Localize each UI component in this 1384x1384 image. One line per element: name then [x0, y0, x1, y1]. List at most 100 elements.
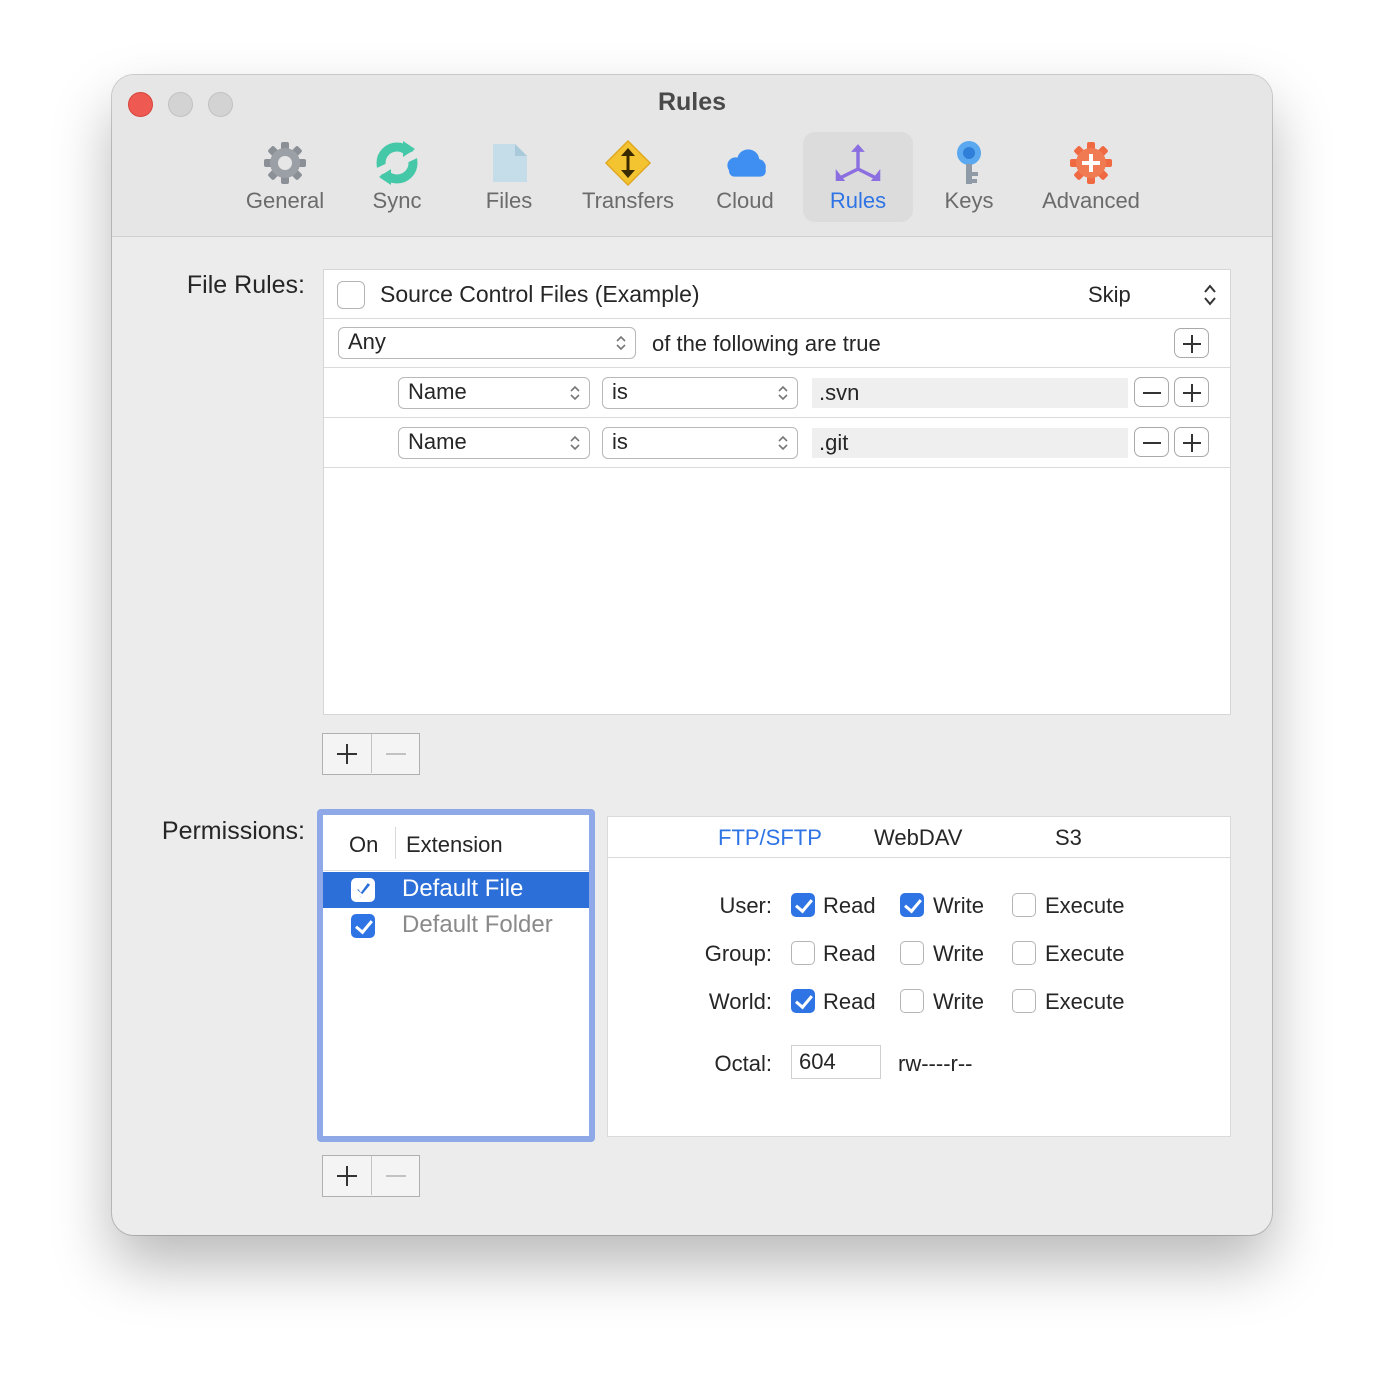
tab-rules[interactable]: Rules [803, 132, 913, 222]
condition-operator-value: is [612, 379, 628, 404]
file-icon [493, 144, 527, 182]
condition-row: Name is .svn [324, 368, 1230, 418]
sync-icon [375, 141, 419, 185]
tab-sync-label: Sync [372, 188, 422, 213]
add-rule-button[interactable] [323, 734, 371, 773]
condition-row: Name is .git [324, 418, 1230, 468]
tab-keys-label: Keys [944, 188, 994, 213]
rule-action-value[interactable]: Skip [1088, 282, 1131, 308]
world-row-label: World: [708, 989, 772, 1014]
chevron-updown-icon [778, 385, 788, 401]
permissions-label: Permissions: [161, 817, 305, 845]
group-execute-checkbox[interactable] [1012, 941, 1036, 965]
checkmark-icon [355, 883, 371, 898]
tab-s3[interactable]: S3 [1055, 825, 1082, 851]
add-condition-button[interactable] [1174, 377, 1209, 407]
group-write-label: Write [933, 941, 984, 966]
world-read-checkbox[interactable] [791, 989, 815, 1013]
group-execute-label: Execute [1045, 941, 1125, 966]
user-execute-label: Execute [1045, 893, 1125, 918]
user-read-checkbox[interactable] [791, 893, 815, 917]
condition-field-value: Name [408, 379, 467, 404]
condition-value-field[interactable]: .git [812, 428, 1128, 458]
window-title: Rules [657, 88, 727, 116]
list-header: On Extension [323, 815, 589, 871]
column-header-extension[interactable]: Extension [406, 832, 503, 858]
tab-transfers[interactable]: Transfers [569, 132, 687, 222]
tab-transfers-label: Transfers [581, 188, 675, 213]
minus-icon [386, 753, 406, 755]
minus-icon [1143, 392, 1161, 394]
condition-value-field[interactable]: .svn [812, 378, 1128, 408]
add-condition-button[interactable] [1174, 427, 1209, 457]
default-folder-on-checkbox[interactable] [351, 914, 375, 938]
gear-icon [264, 142, 306, 184]
group-read-checkbox[interactable] [791, 941, 815, 965]
condition-field-value: Name [408, 429, 467, 454]
tab-advanced[interactable]: Advanced [1029, 132, 1153, 222]
default-file-label: Default File [402, 875, 524, 902]
user-write-label: Write [933, 893, 984, 918]
file-rules-add-remove-control [322, 733, 420, 775]
user-write-checkbox[interactable] [900, 893, 924, 917]
tab-divider [608, 857, 1230, 858]
tab-sync[interactable]: Sync [345, 132, 449, 222]
advanced-gear-icon [1070, 142, 1112, 184]
condition-field-select[interactable]: Name [398, 427, 590, 459]
rule-header-row: Source Control Files (Example) Skip [324, 270, 1230, 319]
remove-condition-button[interactable] [1134, 377, 1169, 407]
permissions-add-remove-control [322, 1155, 420, 1197]
minus-icon [1143, 442, 1161, 444]
condition-operator-select[interactable]: is [602, 427, 798, 459]
minus-icon [386, 1175, 406, 1177]
key-icon [957, 141, 981, 184]
octal-input[interactable]: 604 [791, 1045, 881, 1079]
tab-ftp-sftp[interactable]: FTP/SFTP [718, 825, 822, 851]
remove-condition-button[interactable] [1134, 427, 1169, 457]
tab-files[interactable]: Files [457, 132, 561, 222]
tab-keys[interactable]: Keys [917, 132, 1021, 222]
rule-match-row: Any of the following are true [324, 319, 1230, 368]
match-select[interactable]: Any [338, 327, 636, 359]
tab-webdav[interactable]: WebDAV [874, 825, 962, 851]
user-read-label: Read [823, 893, 876, 918]
rule-name: Source Control Files (Example) [380, 281, 700, 307]
column-header-on[interactable]: On [349, 832, 378, 858]
action-chevron-icon[interactable] [1203, 283, 1217, 307]
transfers-icon [604, 140, 652, 186]
tab-files-label: Files [485, 188, 533, 213]
tab-rules-label: Rules [829, 188, 887, 213]
rules-arrows-icon [835, 144, 881, 181]
world-execute-checkbox[interactable] [1012, 989, 1036, 1013]
chevron-updown-icon [616, 335, 626, 351]
plus-icon [1183, 335, 1201, 353]
preferences-window: Rules General Sync Files Transfers Cloud… [112, 75, 1272, 1235]
rule-enabled-checkbox[interactable] [337, 281, 365, 309]
remove-rule-button[interactable] [371, 734, 419, 773]
remove-permission-button[interactable] [371, 1156, 419, 1195]
condition-field-select[interactable]: Name [398, 377, 590, 409]
column-divider [395, 827, 396, 859]
user-execute-checkbox[interactable] [1012, 893, 1036, 917]
tab-general[interactable]: General [233, 132, 337, 222]
chevron-updown-icon [570, 385, 580, 401]
tab-general-label: General [245, 188, 325, 213]
plus-icon [337, 1166, 357, 1186]
list-item-default-file[interactable]: Default File [323, 872, 589, 908]
world-execute-label: Execute [1045, 989, 1125, 1014]
title-bar: Rules General Sync Files Transfers Cloud… [112, 75, 1272, 237]
permissions-detail-panel: FTP/SFTP WebDAV S3 User: Read Write Exec… [607, 816, 1231, 1137]
world-write-checkbox[interactable] [900, 989, 924, 1013]
add-permission-button[interactable] [323, 1156, 371, 1195]
list-item-default-folder[interactable]: Default Folder [323, 908, 589, 944]
condition-operator-select[interactable]: is [602, 377, 798, 409]
group-write-checkbox[interactable] [900, 941, 924, 965]
default-file-on-checkbox[interactable] [351, 878, 375, 902]
tab-cloud-label: Cloud [716, 188, 774, 213]
plus-icon [1183, 384, 1201, 402]
world-read-label: Read [823, 989, 876, 1014]
match-select-value: Any [348, 329, 386, 354]
add-condition-button[interactable] [1174, 328, 1209, 358]
tab-cloud[interactable]: Cloud [693, 132, 797, 222]
world-write-label: Write [933, 989, 984, 1014]
